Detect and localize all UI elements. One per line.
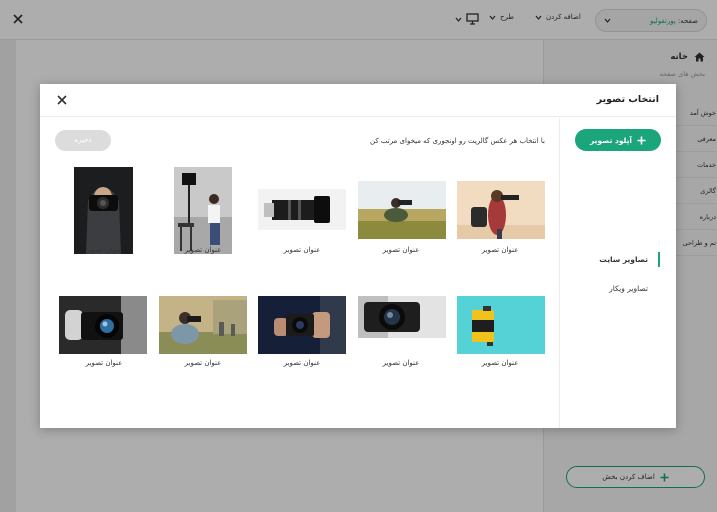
image-caption: عنوان تصویر bbox=[382, 359, 420, 367]
image-caption: عنوان تصویر bbox=[283, 359, 321, 367]
yellow-film-roll-photo bbox=[457, 296, 545, 354]
hands-holding-camera-photo bbox=[258, 296, 346, 354]
save-button[interactable]: ذخیره bbox=[55, 130, 111, 151]
tab-site-images[interactable]: تصاویر سایت bbox=[599, 252, 660, 267]
image-caption: عنوان تصویر bbox=[85, 359, 123, 367]
image-caption: عنوان تصویر bbox=[184, 246, 222, 254]
photographer-field-photo bbox=[159, 296, 247, 354]
image-caption: عنوان تصویر bbox=[481, 246, 519, 254]
image-picker-modal: انتخاب تصویر آپلود تصویر تصاویر سایت تصا… bbox=[40, 84, 676, 428]
source-sidebar: آپلود تصویر تصاویر سایت تصاویر ویکار bbox=[559, 118, 676, 428]
modal-header: انتخاب تصویر bbox=[40, 84, 676, 117]
camera-lens-closeup-photo bbox=[358, 296, 446, 338]
image-caption: عنوان تصویر bbox=[85, 246, 123, 254]
instruction-text: با انتخاب هر عکس گالریت رو اونجوری که می… bbox=[369, 137, 545, 145]
image-caption: عنوان تصویر bbox=[184, 359, 222, 367]
hooded-photographer-photo bbox=[74, 167, 133, 254]
image-caption: عنوان تصویر bbox=[382, 246, 420, 254]
gallery-area: با انتخاب هر عکس گالریت رو اونجوری که می… bbox=[40, 118, 559, 428]
camera-bw-photo bbox=[59, 296, 147, 354]
telephoto-lens-photo bbox=[258, 189, 346, 230]
upload-image-label: آپلود تصویر bbox=[590, 135, 633, 145]
modal-title: انتخاب تصویر bbox=[596, 94, 659, 105]
image-caption: عنوان تصویر bbox=[481, 359, 519, 367]
tab-vikar-images[interactable]: تصاویر ویکار bbox=[609, 284, 660, 293]
photographer-desert-photo bbox=[457, 181, 545, 239]
photo-studio-photo bbox=[174, 167, 232, 254]
close-icon[interactable] bbox=[56, 94, 68, 106]
image-caption: عنوان تصویر bbox=[283, 246, 321, 254]
upload-image-button[interactable]: آپلود تصویر bbox=[575, 129, 661, 151]
plus-icon bbox=[637, 136, 646, 144]
photographer-grass-photo bbox=[358, 181, 446, 239]
